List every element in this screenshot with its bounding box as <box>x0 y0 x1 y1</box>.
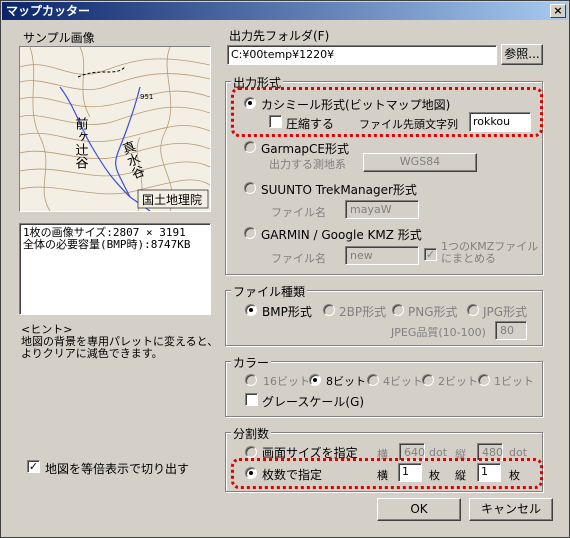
2bit-radio[interactable] <box>422 374 434 386</box>
8bit-radio[interactable] <box>309 374 321 386</box>
topographic-map-image: 951 前ヶ辻谷 真水谷 国土地理院 <box>20 47 210 211</box>
window-title: マップカッター <box>6 4 91 18</box>
suunto-format-label: SUUNTO TrekManager形式 <box>261 183 417 197</box>
kmz-merge-label-2: にまとめる <box>441 252 496 265</box>
info-line-2: 全体の必要容量(BMP時):8747KB <box>23 238 191 251</box>
garmapce-format-radio[interactable] <box>244 141 256 153</box>
map-preview: 951 前ヶ辻谷 真水谷 国土地理院 <box>19 46 211 212</box>
ok-button[interactable]: OK <box>377 498 461 521</box>
kashmir-highlight <box>231 87 543 137</box>
jpeg-quality-label: JPEG品質(10-100) <box>391 326 486 339</box>
screen-size-radio[interactable] <box>245 446 257 458</box>
8bit-label: 8ビット <box>326 375 366 388</box>
16bit-label: 16ビット <box>263 375 310 388</box>
output-folder-label: 出力先フォルダ(F) <box>229 29 330 43</box>
garmapce-format-label: GarmapCE形式 <box>261 142 349 156</box>
output-folder-input[interactable]: C:¥00temp¥1220¥ <box>227 45 497 65</box>
16bit-radio[interactable] <box>245 374 257 386</box>
file-type-title: ファイル種類 <box>231 283 308 300</box>
jpg-radio[interactable] <box>467 304 479 316</box>
split-title: 分割数 <box>231 425 272 442</box>
suunto-file-input[interactable]: mayaW <box>345 200 419 219</box>
png-label: PNG形式 <box>408 305 458 319</box>
2bp-label: 2BP形式 <box>339 305 387 319</box>
1bit-radio[interactable] <box>478 374 490 386</box>
sheet-count-highlight <box>231 458 543 489</box>
jpeg-quality-input[interactable]: 80 <box>495 321 527 340</box>
2bit-label: 2ビット <box>438 375 478 388</box>
png-radio[interactable] <box>392 304 404 316</box>
datum-select[interactable]: WGS84 <box>363 153 477 172</box>
grayscale-checkbox[interactable] <box>245 393 258 406</box>
kmz-format-label: GARMIN / Google KMZ 形式 <box>261 228 422 242</box>
browse-button[interactable]: 参照... <box>501 44 543 65</box>
title-bar[interactable]: マップカッター × <box>2 2 568 20</box>
cancel-button[interactable]: キャンセル <box>469 498 553 521</box>
2bp-radio[interactable] <box>323 304 335 316</box>
grayscale-label: グレースケール(G) <box>262 395 365 409</box>
bmp-radio[interactable] <box>245 304 257 316</box>
hint-line-2: よりクリアに減色できます。 <box>21 347 163 360</box>
4bit-label: 4ビット <box>383 375 423 388</box>
map-cutter-dialog: マップカッター × サンプル画像 951 前ヶ辻谷 真水谷 国土地理院 1枚の画… <box>0 0 570 538</box>
kmz-merge-checkbox[interactable]: ✓ <box>424 248 437 261</box>
suunto-format-radio[interactable] <box>244 182 256 194</box>
map-watermark: 国土地理院 <box>142 193 202 207</box>
4bit-radio[interactable] <box>367 374 379 386</box>
sample-image-label: サンプル画像 <box>23 31 95 45</box>
place-name-1: 前ヶ辻谷 <box>73 116 89 169</box>
elevation-label: 951 <box>140 93 153 101</box>
kmz-file-label: ファイル名 <box>271 252 326 265</box>
same-scale-checkbox[interactable]: ✓ <box>27 460 40 473</box>
image-info-box[interactable]: 1枚の画像サイズ:2807 × 3191 全体の必要容量(BMP時):8747K… <box>19 223 211 315</box>
kmz-file-input[interactable]: new <box>345 246 419 265</box>
suunto-file-label: ファイル名 <box>271 206 326 219</box>
kmz-format-radio[interactable] <box>244 227 256 239</box>
color-title: カラー <box>231 354 272 371</box>
1bit-label: 1ビット <box>494 375 534 388</box>
close-button[interactable]: × <box>550 4 566 18</box>
datum-label: 出力する測地系 <box>269 158 346 171</box>
bmp-label: BMP形式 <box>262 305 312 319</box>
jpg-label: JPG形式 <box>483 305 528 319</box>
same-scale-label: 地図を等倍表示で切り出す <box>45 462 190 476</box>
